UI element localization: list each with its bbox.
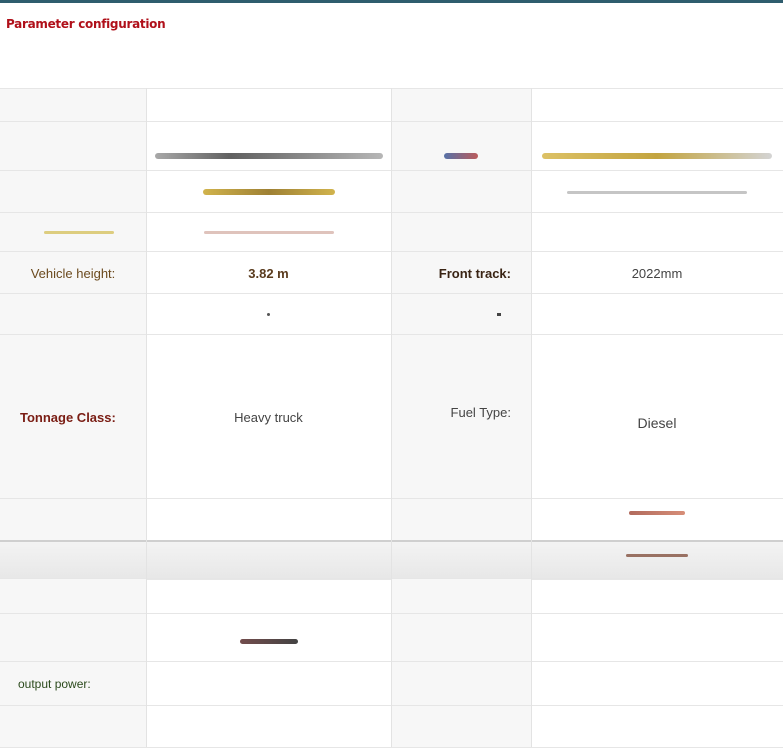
column-divider [146,88,147,747]
label-cell [0,89,146,122]
value-cell: 2022mm [531,252,783,294]
value-cell [531,89,783,122]
label-cell: Tonnage Class: [0,335,146,499]
label-cell [0,171,146,213]
value-cell: 3.82 m [146,252,391,294]
label-cell [391,706,531,747]
tonnage-class-value: Heavy truck [234,409,303,425]
label-cell [391,499,531,541]
label-cell: Fuel Type: [391,335,531,499]
value-cell: Heavy truck [146,335,391,499]
label-cell [0,706,146,747]
value-cell [531,213,783,252]
blurred-text [239,638,298,644]
value-cell [146,542,391,580]
value-cell [531,706,783,747]
label-cell [391,294,531,335]
value-cell [531,662,783,706]
page-title: Parameter configuration [6,17,166,31]
blurred-text [626,554,688,557]
label-cell: Vehicle height: [0,252,146,294]
dot-mark [497,313,501,316]
label-cell [0,213,146,252]
dot-mark [267,313,270,316]
output-power-label: output power: [18,677,91,691]
value-cell [146,499,391,541]
blurred-text [202,189,335,195]
front-track-value: 2022mm [631,265,683,281]
value-cell [146,294,391,335]
label-cell [0,122,146,171]
blurred-text [44,231,114,234]
blurred-text [567,190,747,194]
value-cell: Diesel [531,335,783,499]
blurred-text [629,511,685,515]
label-cell [391,122,531,171]
fuel-type-value: Diesel [637,415,677,431]
value-cell [531,499,783,541]
label-cell: Front track: [391,252,531,294]
value-cell [146,706,391,747]
column-divider [391,88,392,747]
label-cell [391,171,531,213]
label-cell [391,213,531,252]
label-cell [0,614,146,662]
label-cell: output power: [0,662,146,706]
blurred-text [542,153,772,159]
label-cell [391,579,531,614]
vehicle-height-label: Vehicle height: [30,265,116,281]
label-cell [391,89,531,122]
label-cell [391,542,531,580]
value-cell [531,122,783,171]
label-cell [0,499,146,541]
value-cell [146,89,391,122]
blurred-text [203,231,334,234]
label-cell [391,662,531,706]
value-cell [531,614,783,662]
value-cell [146,171,391,213]
value-cell [146,579,391,614]
blurred-text [154,153,383,159]
value-cell [531,542,783,580]
tonnage-class-label: Tonnage Class: [20,409,116,425]
vehicle-height-value: 3.82 m [248,265,289,281]
fuel-type-label: Fuel Type: [450,404,511,420]
label-cell [0,294,146,335]
value-cell [531,171,783,213]
blurred-text [444,153,478,159]
front-track-label: Front track: [438,265,511,281]
value-cell [146,614,391,662]
column-divider [531,88,532,747]
value-cell [146,122,391,171]
label-cell [0,579,146,614]
value-cell [146,662,391,706]
top-accent-bar [0,0,783,3]
value-cell [146,213,391,252]
value-cell [531,579,783,614]
value-cell [531,294,783,335]
label-cell [391,614,531,662]
label-cell [0,542,146,580]
